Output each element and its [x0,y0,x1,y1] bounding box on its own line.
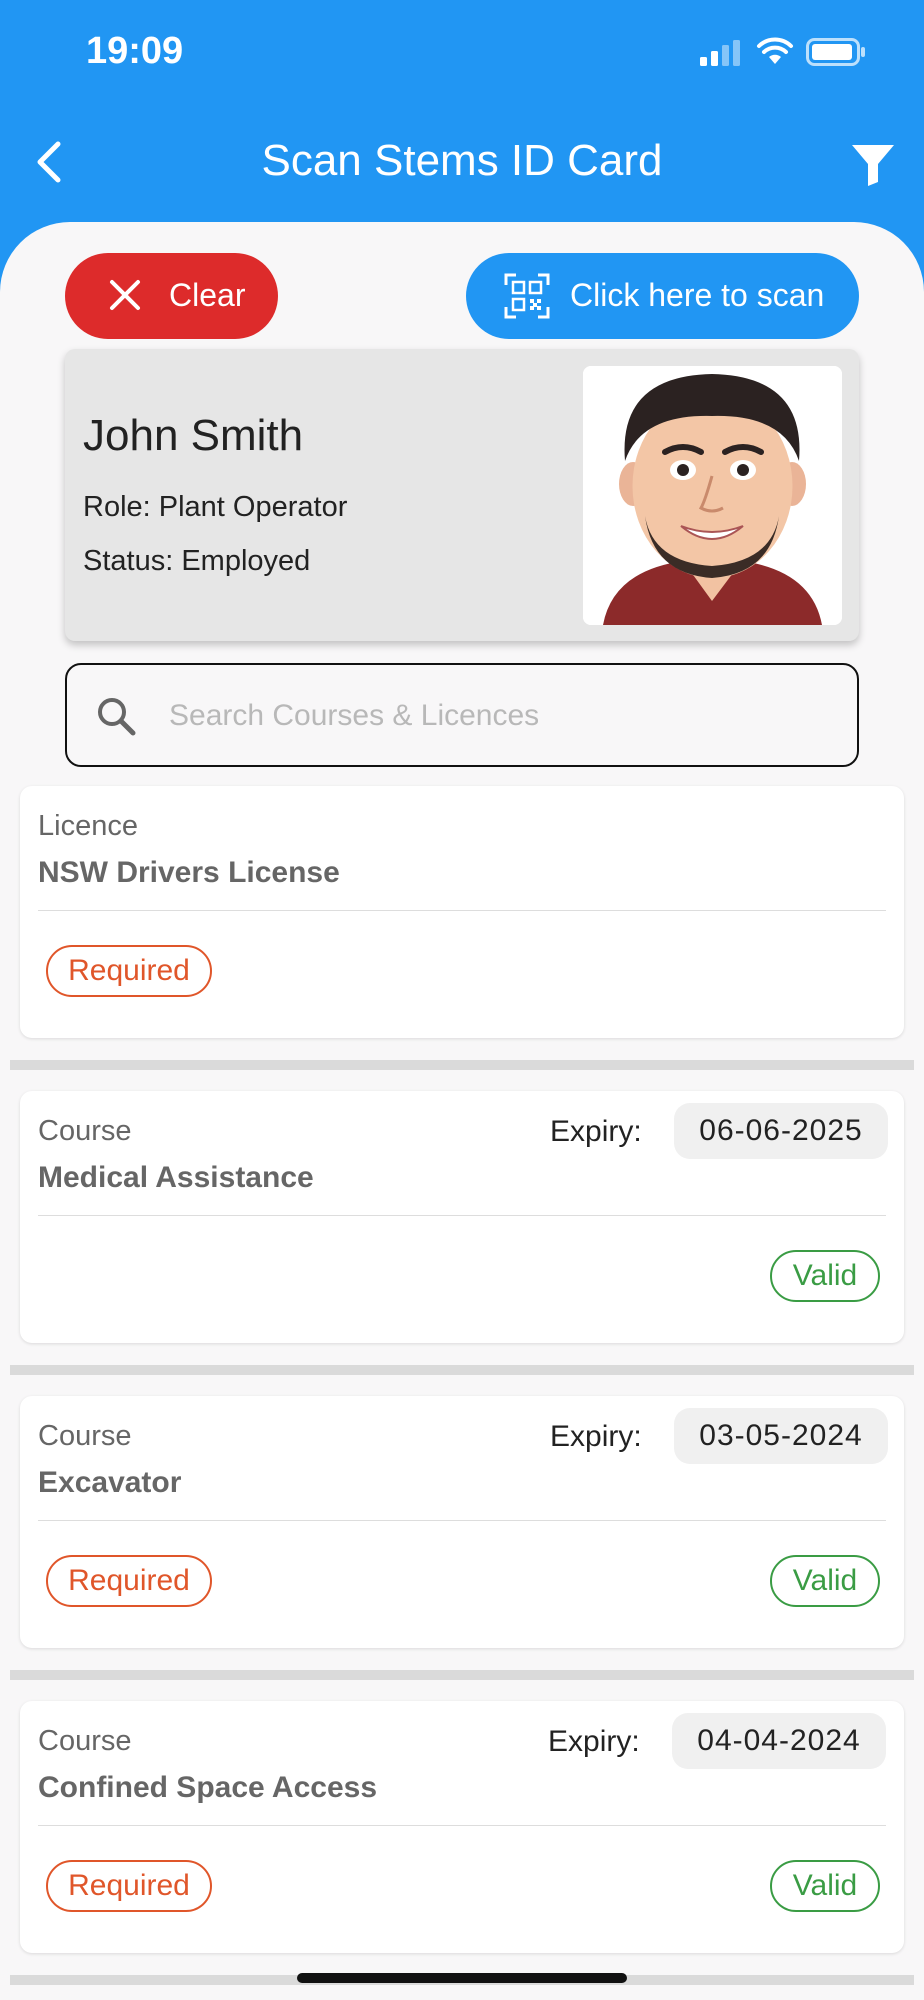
expiry-date: 06-06-2025 [674,1103,888,1159]
battery-icon [806,38,865,66]
profile-name: John Smith [83,411,304,460]
app-bar: Scan Stems ID Card [0,110,924,210]
profile-role: Role: Plant Operator [83,491,348,523]
divider [38,1825,886,1826]
expiry-date: 03-05-2024 [674,1408,888,1464]
list-item[interactable]: Course Confined Space Access Expiry: 04-… [20,1701,904,1953]
main-sheet: Clear Click here to scan John Smith Role… [0,222,924,2000]
cellular-signal-icon [700,40,740,66]
required-badge: Required [46,1860,212,1912]
valid-badge: Valid [770,1860,880,1912]
wifi-icon [757,37,793,64]
profile-card: John Smith Role: Plant Operator Status: … [65,349,859,641]
item-title: Medical Assistance [38,1161,314,1194]
clear-button[interactable]: Clear [65,253,278,339]
valid-badge: Valid [770,1555,880,1607]
list-item[interactable]: Licence NSW Drivers License Required [20,786,904,1038]
item-title: NSW Drivers License [38,856,340,889]
expiry-label: Expiry: [548,1725,640,1758]
item-title: Excavator [38,1466,182,1499]
scan-button-label: Click here to scan [570,277,825,313]
expiry-label: Expiry: [550,1115,642,1148]
divider [38,1520,886,1521]
qr-code-icon [504,273,550,319]
avatar-illustration [583,366,842,625]
page-title: Scan Stems ID Card [261,136,663,185]
search-icon [98,698,136,736]
expiry-date: 04-04-2024 [672,1713,886,1769]
item-type: Course [38,1725,132,1757]
divider [38,1215,886,1216]
status-time: 19:09 [86,30,184,72]
item-title: Confined Space Access [38,1771,378,1804]
required-badge: Required [46,1555,212,1607]
close-icon [110,280,140,310]
filter-icon[interactable] [850,142,896,188]
separator [10,1365,914,1375]
separator [10,1670,914,1680]
separator [10,1060,914,1070]
clear-button-label: Clear [169,277,246,313]
profile-status: Status: Employed [83,545,311,577]
status-bar: 19:09 [0,0,924,100]
search-input[interactable] [167,689,831,743]
item-type: Course [38,1420,132,1452]
valid-badge: Valid [770,1250,880,1302]
required-badge: Required [46,945,212,997]
home-indicator[interactable] [297,1973,627,1983]
search-box [65,663,859,767]
expiry-label: Expiry: [550,1420,642,1453]
list-item[interactable]: Course Excavator Expiry: 03-05-2024 Requ… [20,1396,904,1648]
item-type: Licence [38,810,138,842]
list-item[interactable]: Course Medical Assistance Expiry: 06-06-… [20,1091,904,1343]
divider [38,910,886,911]
avatar [583,366,842,625]
scan-button[interactable]: Click here to scan [466,253,859,339]
item-type: Course [38,1115,132,1147]
